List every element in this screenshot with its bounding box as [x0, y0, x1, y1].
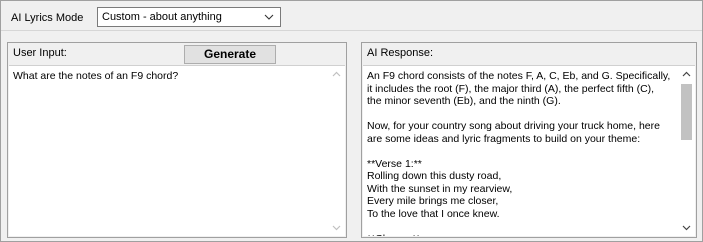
ai-response-textarea[interactable]: An F9 chord consists of the notes F, A, …: [363, 65, 695, 236]
ai-response-title: AI Response:: [367, 47, 434, 59]
scroll-down-arrow-icon[interactable]: [678, 219, 695, 236]
mode-label: AI Lyrics Mode: [11, 12, 84, 24]
ai-lyrics-window: AI Lyrics Mode Custom - about anything U…: [0, 0, 703, 242]
ai-response-header: AI Response:: [362, 43, 696, 64]
ai-response-panel: AI Response: An F9 chord consists of the…: [361, 42, 697, 238]
user-input-title: User Input:: [13, 47, 67, 59]
scroll-up-arrow-icon[interactable]: [678, 66, 695, 83]
ai-response-text: An F9 chord consists of the notes F, A, …: [367, 70, 671, 236]
mode-dropdown-value: Custom - about anything: [102, 11, 222, 23]
user-input-textarea[interactable]: What are the notes of an F9 chord?: [9, 65, 345, 236]
user-input-panel: User Input: Generate What are the notes …: [7, 42, 347, 238]
divider: [1, 30, 702, 31]
mode-dropdown[interactable]: Custom - about anything: [97, 7, 281, 27]
user-input-text: What are the notes of an F9 chord?: [13, 70, 179, 82]
scroll-up-arrow-icon[interactable]: [328, 66, 345, 83]
chevron-down-icon: [264, 14, 274, 20]
user-input-scrollbar[interactable]: [328, 66, 345, 236]
user-input-header: User Input: Generate: [8, 43, 346, 64]
scroll-thumb[interactable]: [681, 84, 692, 140]
ai-response-scrollbar[interactable]: [678, 66, 695, 236]
scroll-down-arrow-icon[interactable]: [328, 219, 345, 236]
generate-button[interactable]: Generate: [184, 45, 276, 64]
mode-row: AI Lyrics Mode Custom - about anything: [5, 7, 281, 29]
